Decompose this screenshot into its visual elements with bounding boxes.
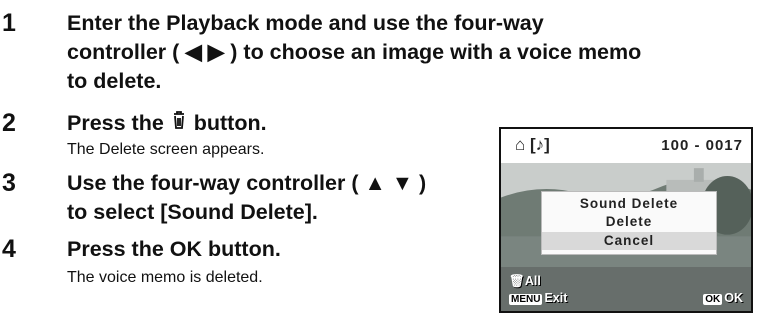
- step-3-title-line-2: to select [Sound Delete].: [67, 200, 318, 224]
- trash-icon: [170, 110, 188, 137]
- menu-exit-label: MENU Exit: [509, 291, 568, 305]
- menu-item-cancel[interactable]: Cancel: [542, 232, 716, 250]
- file-number: 100 - 0017: [661, 137, 743, 154]
- step-4-title: Press the OK button.: [67, 237, 281, 261]
- step-3-number: 3: [2, 169, 16, 197]
- step-2-title: Press the button.: [67, 110, 267, 137]
- step-1-title-line-2: controller ( ◀ ▶ ) to choose an image wi…: [67, 40, 642, 64]
- step-4-number: 4: [2, 235, 16, 263]
- menu-item-delete[interactable]: Delete: [542, 213, 716, 231]
- menu-badge: MENU: [509, 294, 543, 305]
- camera-delete-screen: ⌂ [♪] 100 - 0017 Sound Delete Delete Can…: [499, 127, 753, 313]
- step-2-title-suffix: button.: [187, 111, 267, 135]
- ok-badge: OK: [703, 294, 723, 305]
- step-4-description: The voice memo is deleted.: [67, 269, 263, 286]
- step-1-title-line-1: Enter the Playback mode and use the four…: [67, 11, 544, 35]
- step-1-number: 1: [2, 9, 16, 37]
- menu-item-sound-delete[interactable]: Sound Delete: [542, 195, 716, 213]
- step-2-description: The Delete screen appears.: [67, 141, 265, 158]
- delete-menu: Sound Delete Delete Cancel: [541, 191, 717, 255]
- step-2-title-prefix: Press the: [67, 111, 170, 135]
- step-2-number: 2: [2, 109, 16, 137]
- step-3-title-line-1: Use the four-way controller ( ▲ ▼ ): [67, 171, 427, 195]
- trash-small-icon: 🗑: [509, 274, 525, 288]
- protect-voice-icons: ⌂ [♪]: [515, 135, 550, 154]
- step-1-title-line-3: to delete.: [67, 69, 162, 93]
- ok-label: OK OK: [703, 291, 743, 305]
- trash-all-label: 🗑All: [509, 274, 541, 288]
